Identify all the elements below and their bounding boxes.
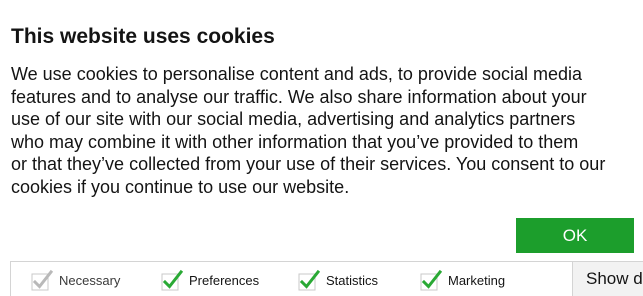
message-line: use of our site with our social media, a…: [11, 109, 576, 129]
cookie-preferences-bar: Necessary Preferences Statistics Marketi…: [10, 261, 572, 296]
check-icon: [298, 269, 320, 291]
message-line: features and to analyse our traffic. We …: [11, 86, 587, 107]
ok-button[interactable]: OK: [516, 218, 634, 253]
message-line: who may combine it with other informatio…: [11, 131, 579, 152]
statistics-checkbox[interactable]: Statistics: [298, 269, 378, 291]
banner-message: We use cookies to personalise content an…: [11, 63, 643, 198]
check-icon: [31, 269, 53, 291]
show-details-button[interactable]: Show details: [572, 261, 643, 296]
marketing-checkbox[interactable]: Marketing: [420, 269, 505, 291]
preferences-label: Preferences: [189, 272, 260, 288]
message-line: We use cookies to personalise content an…: [11, 64, 582, 84]
statistics-label: Statistics: [326, 272, 379, 288]
cookie-consent-banner: This website uses cookies We use cookies…: [0, 0, 643, 296]
check-icon: [161, 269, 183, 291]
check-icon: [420, 269, 442, 291]
necessary-checkbox: Necessary: [31, 269, 120, 291]
message-line: or that they’ve collected from your use …: [11, 154, 606, 174]
necessary-label: Necessary: [59, 272, 121, 288]
marketing-label: Marketing: [448, 272, 506, 288]
banner-title: This website uses cookies: [11, 25, 275, 48]
message-line: cookies if you continue to use our websi…: [11, 176, 350, 197]
preferences-checkbox[interactable]: Preferences: [161, 269, 259, 291]
